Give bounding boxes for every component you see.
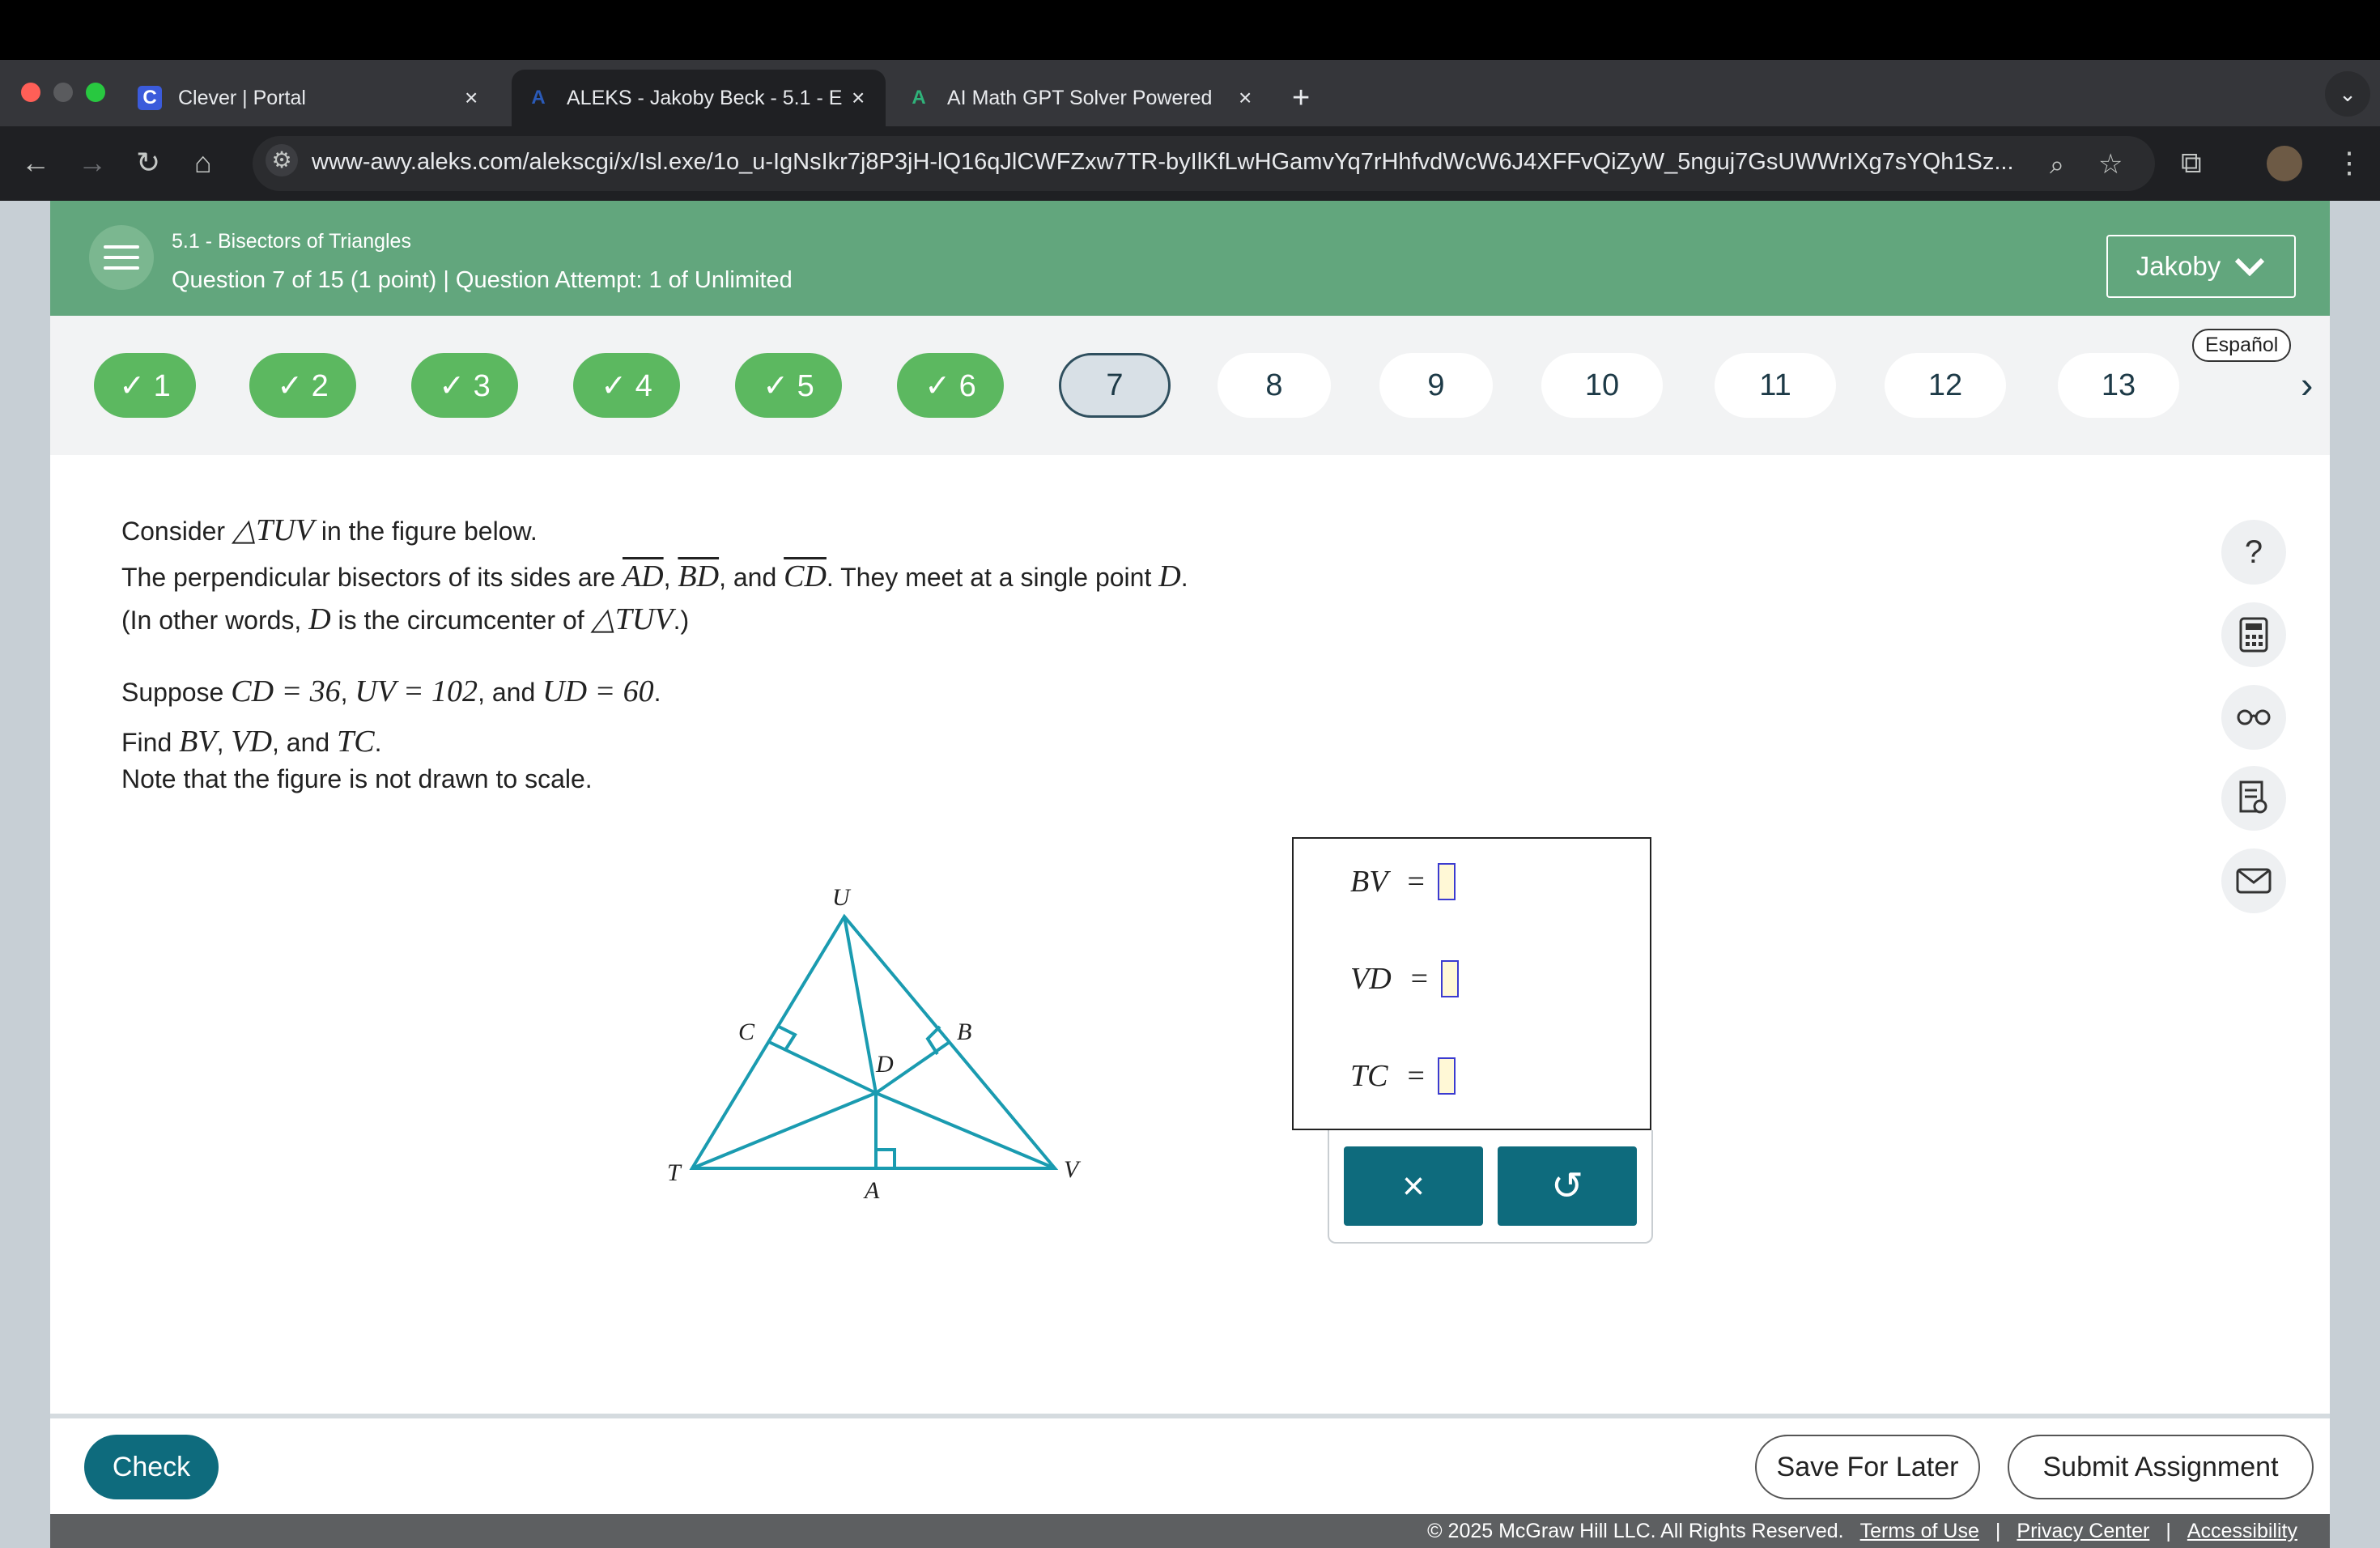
right-angle-a [876, 1148, 896, 1168]
forward-icon[interactable]: → [78, 142, 107, 183]
topic-title: 5.1 - Bisectors of Triangles [172, 230, 411, 253]
scroll-right-icon[interactable]: › [2301, 363, 2313, 406]
extensions-icon[interactable]: ⧉ [2181, 142, 2202, 183]
espanol-button[interactable]: Español [2192, 329, 2292, 362]
question-button-9[interactable]: 9 [1379, 353, 1493, 418]
question-line-1: Consider △TUV in the figure below. [121, 513, 538, 547]
label-c: C [738, 1019, 755, 1045]
zoom-icon[interactable]: ⌕ [2050, 144, 2064, 185]
question-line-2: The perpendicular bisectors of its sides… [121, 559, 1188, 593]
back-icon[interactable]: ← [21, 142, 50, 183]
tab-title: ALEKS - Jakoby Beck - 5.1 - E [567, 86, 843, 109]
calculator-icon[interactable] [2221, 602, 2286, 667]
question-button-2[interactable]: ✓ 2 [249, 353, 356, 418]
submit-assignment-button[interactable]: Submit Assignment [2008, 1435, 2314, 1499]
page-gutter-right [2330, 201, 2380, 1548]
label-t: T [667, 1159, 682, 1186]
url-text[interactable]: www-awy.aleks.com/alekscgi/x/Isl.exe/1o_… [312, 149, 2036, 176]
copyright-text: © 2025 McGraw Hill LLC. All Rights Reser… [1427, 1519, 1844, 1542]
answer-input-bv[interactable] [1437, 863, 1456, 900]
menu-button[interactable] [89, 225, 154, 290]
question-info: Question 7 of 15 (1 point) | Question At… [172, 267, 793, 293]
segment-ud [843, 916, 878, 1094]
tab-bar: C Clever | Portal × A ALEKS - Jakoby Bec… [0, 60, 2380, 126]
answer-input-tc[interactable] [1437, 1057, 1456, 1095]
segment-td [691, 1091, 877, 1170]
tab-ai-math[interactable]: A AI Math GPT Solver Powered × [907, 70, 1279, 126]
question-button-10[interactable]: 10 [1541, 353, 1663, 418]
user-menu-button[interactable]: Jakoby [2106, 235, 2296, 298]
label-b: B [957, 1019, 971, 1045]
segment-vd [875, 1091, 1056, 1170]
clever-icon: C [138, 86, 162, 110]
answer-row-vd: VD = [1350, 960, 1460, 997]
answer-label: TC [1350, 1059, 1388, 1093]
answer-row-tc: TC = [1350, 1057, 1456, 1095]
answer-input-vd[interactable] [1441, 960, 1460, 997]
question-line-3: (In other words, D is the circumcenter o… [121, 602, 690, 636]
notes-icon[interactable] [2221, 766, 2286, 831]
label-v: V [1064, 1156, 1082, 1183]
question-button-7[interactable]: 7 [1059, 353, 1171, 418]
avatar[interactable] [2267, 146, 2302, 181]
mail-icon[interactable] [2221, 848, 2286, 913]
close-tab-icon[interactable]: × [465, 85, 478, 111]
question-button-6[interactable]: ✓ 6 [897, 353, 1004, 418]
question-button-11[interactable]: 11 [1715, 353, 1836, 418]
save-for-later-button[interactable]: Save For Later [1755, 1435, 1980, 1499]
site-info-icon[interactable]: ⚙ [266, 144, 298, 176]
check-button[interactable]: Check [84, 1435, 219, 1499]
label-a: A [863, 1177, 880, 1204]
aleks-icon: A [531, 87, 546, 108]
question-button-12[interactable]: 12 [1885, 353, 2006, 418]
glasses-icon[interactable] [2221, 685, 2286, 750]
more-menu-icon[interactable]: ⋮ [2335, 142, 2364, 183]
close-tab-icon[interactable]: × [1239, 85, 1252, 111]
question-button-8[interactable]: 8 [1218, 353, 1331, 418]
new-tab-button[interactable]: + [1292, 70, 1310, 126]
label-u: U [832, 884, 852, 911]
label-d: D [875, 1051, 894, 1078]
tab-aleks[interactable]: A ALEKS - Jakoby Beck - 5.1 - E × [512, 70, 886, 126]
chevron-down-icon [2235, 257, 2265, 276]
question-button-3[interactable]: ✓ 3 [411, 353, 518, 418]
question-button-4[interactable]: ✓ 4 [573, 353, 680, 418]
tab-clever[interactable]: C Clever | Portal × [138, 70, 494, 126]
reload-icon[interactable]: ↻ [136, 142, 160, 183]
clear-button[interactable]: × [1344, 1146, 1483, 1226]
tab-list-button[interactable]: ⌄ [2325, 71, 2370, 117]
question-navigator: Español ✓ 1 ✓ 2 ✓ 3 ✓ 4 ✓ 5 ✓ 6 7 8 9 10 11 12 13 › [50, 316, 2330, 455]
copyright-bar: © 2025 McGraw Hill LLC. All Rights Reser… [50, 1514, 2330, 1548]
close-tab-icon[interactable]: × [852, 85, 865, 111]
home-icon[interactable]: ⌂ [194, 142, 212, 183]
user-name: Jakoby [2136, 251, 2221, 281]
help-icon[interactable]: ? [2221, 520, 2286, 585]
tab-title: AI Math GPT Solver Powered [947, 86, 1213, 109]
question-line-6: Note that the figure is not drawn to sca… [121, 764, 593, 793]
accessibility-link[interactable]: Accessibility [2187, 1520, 2297, 1543]
answer-keypad: × ↺ [1328, 1130, 1653, 1244]
answer-label: VD [1350, 962, 1392, 996]
answer-label: BV [1350, 865, 1388, 899]
question-button-1[interactable]: ✓ 1 [94, 353, 196, 418]
question-button-5[interactable]: ✓ 5 [735, 353, 842, 418]
ai-math-icon: A [912, 87, 926, 108]
question-line-4: Suppose CD = 36, UV = 102, and UD = 60. [121, 674, 661, 708]
terms-link[interactable]: Terms of Use [1860, 1520, 1979, 1543]
question-button-13[interactable]: 13 [2058, 353, 2179, 418]
triangle-figure: U C B D T A V [667, 884, 1082, 1204]
undo-button[interactable]: ↺ [1498, 1146, 1637, 1226]
bookmark-star-icon[interactable]: ☆ [2098, 144, 2123, 185]
page-gutter-left [0, 201, 50, 1548]
question-line-5: Find BV, VD, and TC. [121, 725, 382, 759]
tab-title: Clever | Portal [178, 86, 306, 109]
answer-box: BV = VD = TC = [1292, 837, 1651, 1130]
privacy-link[interactable]: Privacy Center [2017, 1520, 2149, 1543]
aleks-header: 5.1 - Bisectors of Triangles Question 7 … [50, 201, 2330, 316]
answer-row-bv: BV = [1350, 863, 1456, 900]
footer-actions: Check Save For Later Submit Assignment [50, 1414, 2330, 1514]
